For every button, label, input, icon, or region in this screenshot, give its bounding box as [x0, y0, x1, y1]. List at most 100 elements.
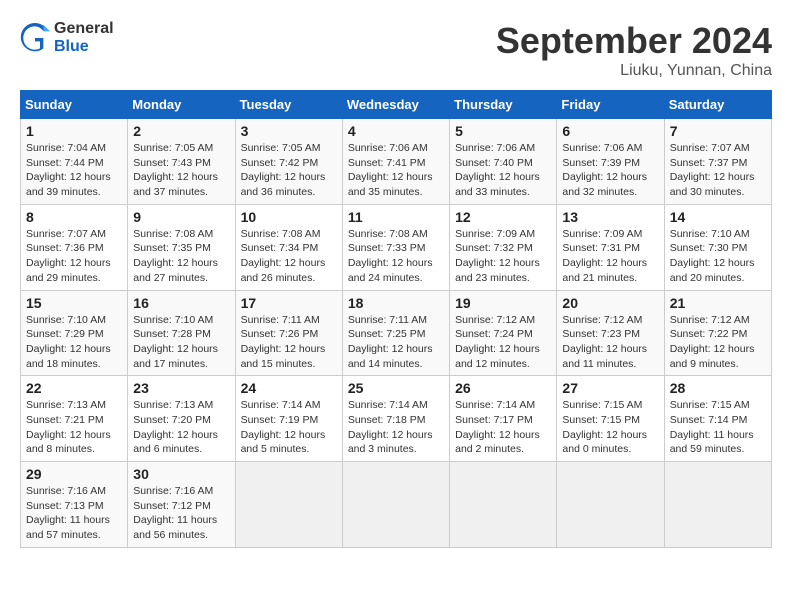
day-number: 6: [562, 123, 658, 139]
header-day-monday: Monday: [128, 91, 235, 119]
day-number: 29: [26, 466, 122, 482]
day-number: 20: [562, 295, 658, 311]
day-number: 4: [348, 123, 444, 139]
day-info: Sunrise: 7:09 AM Sunset: 7:32 PM Dayligh…: [455, 227, 551, 286]
day-info: Sunrise: 7:14 AM Sunset: 7:18 PM Dayligh…: [348, 398, 444, 457]
day-info: Sunrise: 7:12 AM Sunset: 7:23 PM Dayligh…: [562, 313, 658, 372]
day-info: Sunrise: 7:05 AM Sunset: 7:43 PM Dayligh…: [133, 141, 229, 200]
day-number: 14: [670, 209, 766, 225]
day-info: Sunrise: 7:07 AM Sunset: 7:36 PM Dayligh…: [26, 227, 122, 286]
header-day-wednesday: Wednesday: [342, 91, 449, 119]
calendar-day-cell: 17Sunrise: 7:11 AM Sunset: 7:26 PM Dayli…: [235, 290, 342, 376]
day-number: 19: [455, 295, 551, 311]
day-number: 26: [455, 380, 551, 396]
day-info: Sunrise: 7:14 AM Sunset: 7:17 PM Dayligh…: [455, 398, 551, 457]
title-block: September 2024 Liuku, Yunnan, China: [496, 20, 772, 80]
calendar-day-cell: 21 Sunrise: 7:12 AM Sunset: 7:22 PM Dayli…: [664, 290, 771, 376]
header-day-thursday: Thursday: [450, 91, 557, 119]
day-number: 8: [26, 209, 122, 225]
page-header: General Blue September 2024 Liuku, Yunna…: [20, 20, 772, 80]
calendar-week-row: 15Sunrise: 7:10 AM Sunset: 7:29 PM Dayli…: [21, 290, 772, 376]
calendar-day-cell: 23 Sunrise: 7:13 AM Sunset: 7:20 PM Dayli…: [128, 376, 235, 462]
calendar-day-cell: 30Sunrise: 7:16 AM Sunset: 7:12 PM Dayli…: [128, 462, 235, 548]
calendar-header-row: SundayMondayTuesdayWednesdayThursdayFrid…: [21, 91, 772, 119]
day-info: Sunrise: 7:08 AM Sunset: 7:33 PM Dayligh…: [348, 227, 444, 286]
calendar-day-cell: 18 Sunrise: 7:11 AM Sunset: 7:25 PM Dayli…: [342, 290, 449, 376]
day-number: 30: [133, 466, 229, 482]
header-day-sunday: Sunday: [21, 91, 128, 119]
day-info: Sunrise: 7:12 AM Sunset: 7:22 PM Dayligh…: [670, 313, 766, 372]
day-info: Sunrise: 7:16 AM Sunset: 7:13 PM Dayligh…: [26, 484, 122, 543]
logo: General Blue: [20, 20, 114, 56]
calendar-day-cell: 10Sunrise: 7:08 AM Sunset: 7:34 PM Dayli…: [235, 204, 342, 290]
day-info: Sunrise: 7:15 AM Sunset: 7:14 PM Dayligh…: [670, 398, 766, 457]
calendar-body: 1 Sunrise: 7:04 AM Sunset: 7:44 PM Daylig…: [21, 119, 772, 548]
day-number: 9: [133, 209, 229, 225]
logo-text: General Blue: [54, 20, 114, 56]
calendar-day-cell: 20 Sunrise: 7:12 AM Sunset: 7:23 PM Dayli…: [557, 290, 664, 376]
day-number: 24: [241, 380, 337, 396]
day-number: 13: [562, 209, 658, 225]
day-number: 18: [348, 295, 444, 311]
location-subtitle: Liuku, Yunnan, China: [496, 62, 772, 80]
calendar-day-cell: 13Sunrise: 7:09 AM Sunset: 7:31 PM Dayli…: [557, 204, 664, 290]
logo-general-text: General: [54, 20, 114, 38]
day-number: 28: [670, 380, 766, 396]
calendar-day-cell: 14Sunrise: 7:10 AM Sunset: 7:30 PM Dayli…: [664, 204, 771, 290]
calendar-table: SundayMondayTuesdayWednesdayThursdayFrid…: [20, 90, 772, 548]
day-info: Sunrise: 7:06 AM Sunset: 7:39 PM Dayligh…: [562, 141, 658, 200]
calendar-day-cell: 22 Sunrise: 7:13 AM Sunset: 7:21 PM Dayli…: [21, 376, 128, 462]
day-info: Sunrise: 7:08 AM Sunset: 7:35 PM Dayligh…: [133, 227, 229, 286]
day-info: Sunrise: 7:10 AM Sunset: 7:28 PM Dayligh…: [133, 313, 229, 372]
day-number: 17: [241, 295, 337, 311]
calendar-day-cell: 2 Sunrise: 7:05 AM Sunset: 7:43 PM Daylig…: [128, 119, 235, 205]
calendar-day-cell: 16Sunrise: 7:10 AM Sunset: 7:28 PM Dayli…: [128, 290, 235, 376]
logo-icon: [20, 23, 50, 53]
day-number: 21: [670, 295, 766, 311]
day-info: Sunrise: 7:12 AM Sunset: 7:24 PM Dayligh…: [455, 313, 551, 372]
day-info: Sunrise: 7:06 AM Sunset: 7:41 PM Dayligh…: [348, 141, 444, 200]
day-info: Sunrise: 7:13 AM Sunset: 7:20 PM Dayligh…: [133, 398, 229, 457]
calendar-day-cell: 25 Sunrise: 7:14 AM Sunset: 7:18 PM Dayli…: [342, 376, 449, 462]
calendar-day-cell: [557, 462, 664, 548]
calendar-day-cell: 11 Sunrise: 7:08 AM Sunset: 7:33 PM Dayli…: [342, 204, 449, 290]
day-number: 5: [455, 123, 551, 139]
calendar-day-cell: [664, 462, 771, 548]
calendar-day-cell: 6 Sunrise: 7:06 AM Sunset: 7:39 PM Daylig…: [557, 119, 664, 205]
calendar-week-row: 22 Sunrise: 7:13 AM Sunset: 7:21 PM Dayli…: [21, 376, 772, 462]
day-number: 7: [670, 123, 766, 139]
day-info: Sunrise: 7:07 AM Sunset: 7:37 PM Dayligh…: [670, 141, 766, 200]
day-number: 22: [26, 380, 122, 396]
day-number: 25: [348, 380, 444, 396]
calendar-day-cell: 29 Sunrise: 7:16 AM Sunset: 7:13 PM Dayli…: [21, 462, 128, 548]
day-number: 2: [133, 123, 229, 139]
logo-blue-text: Blue: [54, 38, 114, 56]
calendar-day-cell: 26 Sunrise: 7:14 AM Sunset: 7:17 PM Dayli…: [450, 376, 557, 462]
day-info: Sunrise: 7:05 AM Sunset: 7:42 PM Dayligh…: [241, 141, 337, 200]
calendar-week-row: 29 Sunrise: 7:16 AM Sunset: 7:13 PM Dayli…: [21, 462, 772, 548]
calendar-day-cell: 24 Sunrise: 7:14 AM Sunset: 7:19 PM Dayli…: [235, 376, 342, 462]
day-info: Sunrise: 7:04 AM Sunset: 7:44 PM Dayligh…: [26, 141, 122, 200]
month-title: September 2024: [496, 20, 772, 62]
calendar-day-cell: [450, 462, 557, 548]
day-info: Sunrise: 7:08 AM Sunset: 7:34 PM Dayligh…: [241, 227, 337, 286]
calendar-week-row: 8 Sunrise: 7:07 AM Sunset: 7:36 PM Daylig…: [21, 204, 772, 290]
calendar-day-cell: 15Sunrise: 7:10 AM Sunset: 7:29 PM Dayli…: [21, 290, 128, 376]
calendar-day-cell: 19 Sunrise: 7:12 AM Sunset: 7:24 PM Dayli…: [450, 290, 557, 376]
day-number: 3: [241, 123, 337, 139]
calendar-day-cell: 12 Sunrise: 7:09 AM Sunset: 7:32 PM Dayli…: [450, 204, 557, 290]
day-number: 1: [26, 123, 122, 139]
day-number: 23: [133, 380, 229, 396]
calendar-week-row: 1 Sunrise: 7:04 AM Sunset: 7:44 PM Daylig…: [21, 119, 772, 205]
day-info: Sunrise: 7:11 AM Sunset: 7:25 PM Dayligh…: [348, 313, 444, 372]
header-day-tuesday: Tuesday: [235, 91, 342, 119]
day-info: Sunrise: 7:06 AM Sunset: 7:40 PM Dayligh…: [455, 141, 551, 200]
day-info: Sunrise: 7:14 AM Sunset: 7:19 PM Dayligh…: [241, 398, 337, 457]
header-day-friday: Friday: [557, 91, 664, 119]
day-number: 11: [348, 209, 444, 225]
day-number: 15: [26, 295, 122, 311]
day-info: Sunrise: 7:13 AM Sunset: 7:21 PM Dayligh…: [26, 398, 122, 457]
day-number: 12: [455, 209, 551, 225]
calendar-day-cell: 7 Sunrise: 7:07 AM Sunset: 7:37 PM Daylig…: [664, 119, 771, 205]
calendar-day-cell: 3 Sunrise: 7:05 AM Sunset: 7:42 PM Daylig…: [235, 119, 342, 205]
